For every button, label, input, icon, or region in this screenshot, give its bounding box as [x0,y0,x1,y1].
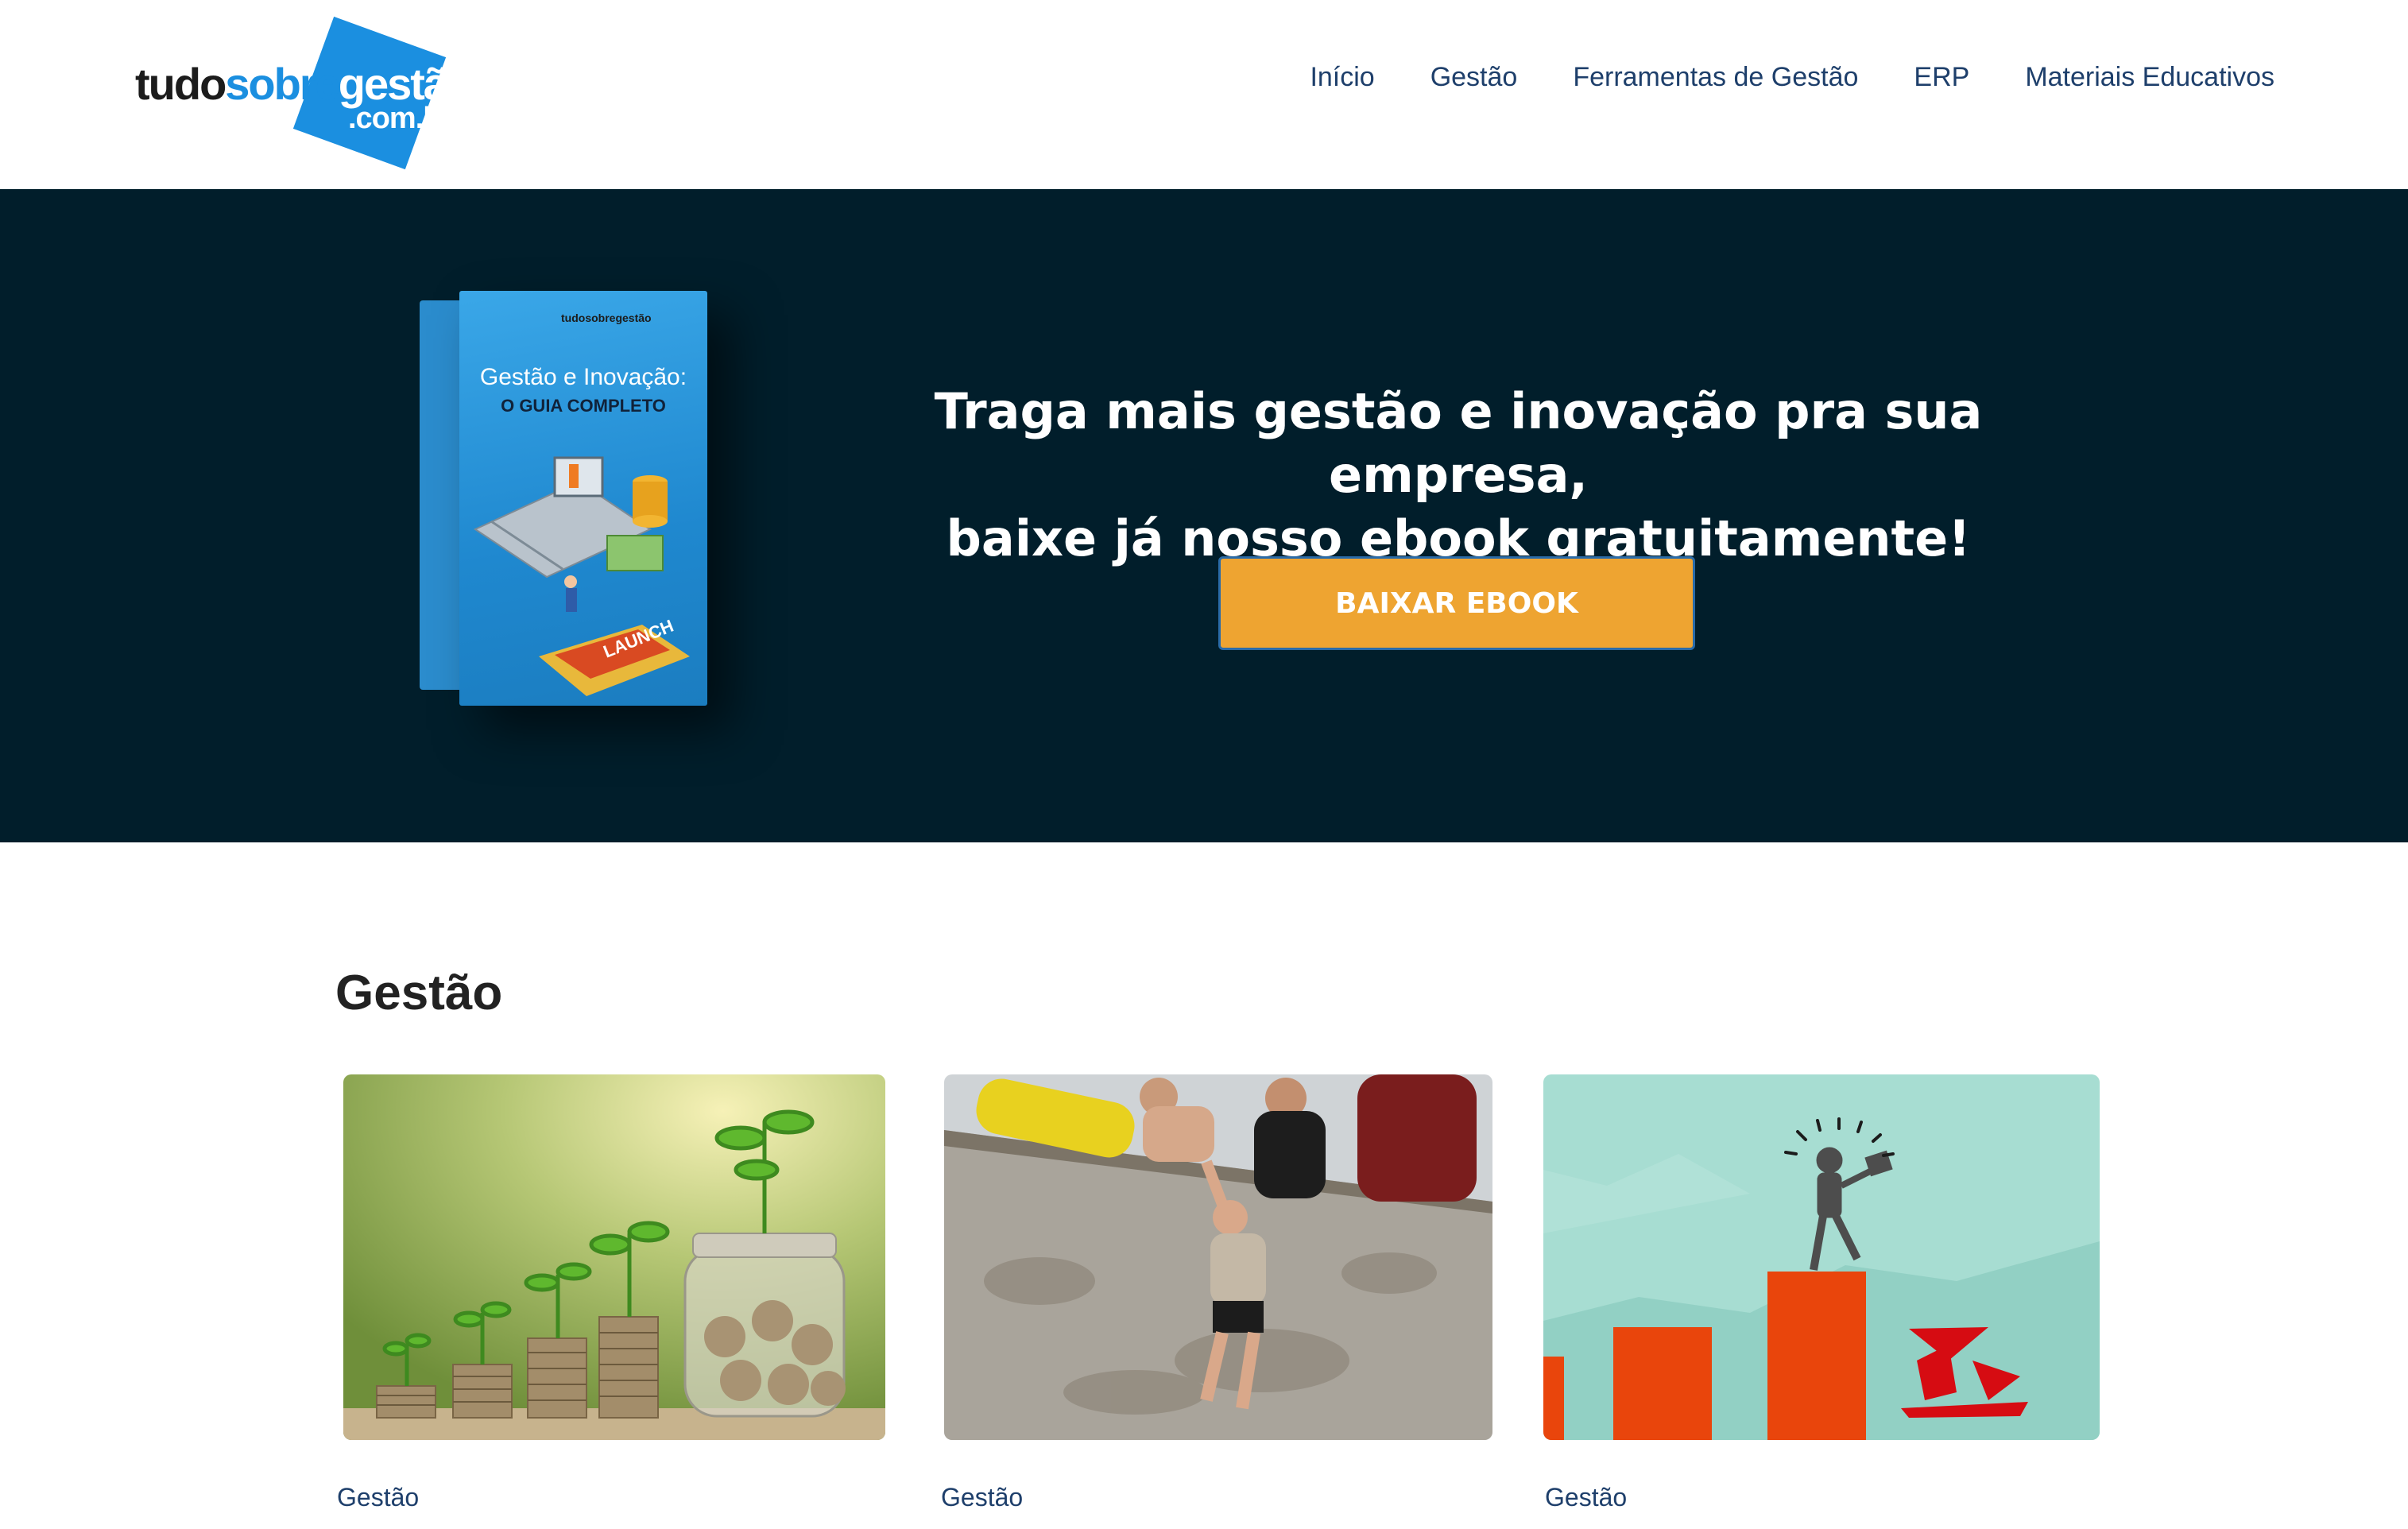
ebook-cover[interactable]: tudosobregestão Gestão e Inovação: O GUI… [459,291,707,706]
ebook-illustration: LAUNCH [473,456,690,696]
banner-heading: Traga mais gestão e inovação pra sua emp… [819,380,2098,571]
logo-text-tudo: tudo [135,59,226,109]
section-title: Gestão [335,966,503,1020]
banner-heading-line1: Traga mais gestão e inovação pra sua emp… [934,382,1983,504]
coins-and-plants-image [343,1074,885,1440]
ebook-title: Gestão e Inovação: [479,364,687,390]
nav-materiais[interactable]: Materiais Educativos [2025,62,2274,93]
nav-ferramentas[interactable]: Ferramentas de Gestão [1573,62,1858,93]
bar-chart-illustration-image [1543,1074,2100,1440]
nav-erp[interactable]: ERP [1914,62,1969,93]
site-header: tudosobregestão .com.br Início Gestão Fe… [0,0,2408,189]
download-ebook-button[interactable]: BAIXAR EBOOK [1218,556,1695,650]
ebook-banner: tudosobregestão Gestão e Inovação: O GUI… [0,189,2408,842]
logo-domain: .com.br [348,102,452,135]
ebook-brand: tudosobregestão [561,312,652,324]
people-climbing-wall-image [944,1074,1492,1440]
article-card-image-2[interactable] [944,1074,1492,1440]
article-card-image-3[interactable] [1543,1074,2100,1440]
card-category-1[interactable]: Gestão [337,1483,419,1512]
nav-inicio[interactable]: Início [1310,62,1374,93]
article-card-image-1[interactable] [343,1074,885,1440]
site-logo[interactable]: tudosobregestão .com.br [135,16,474,170]
nav-gestao[interactable]: Gestão [1430,62,1518,93]
card-category-2[interactable]: Gestão [941,1483,1023,1512]
logo-text-sobre: sobre [225,59,339,109]
card-category-3[interactable]: Gestão [1545,1483,1627,1512]
main-nav: Início Gestão Ferramentas de Gestão ERP … [1310,62,2274,93]
ebook-subtitle: O GUIA COMPLETO [501,396,666,416]
